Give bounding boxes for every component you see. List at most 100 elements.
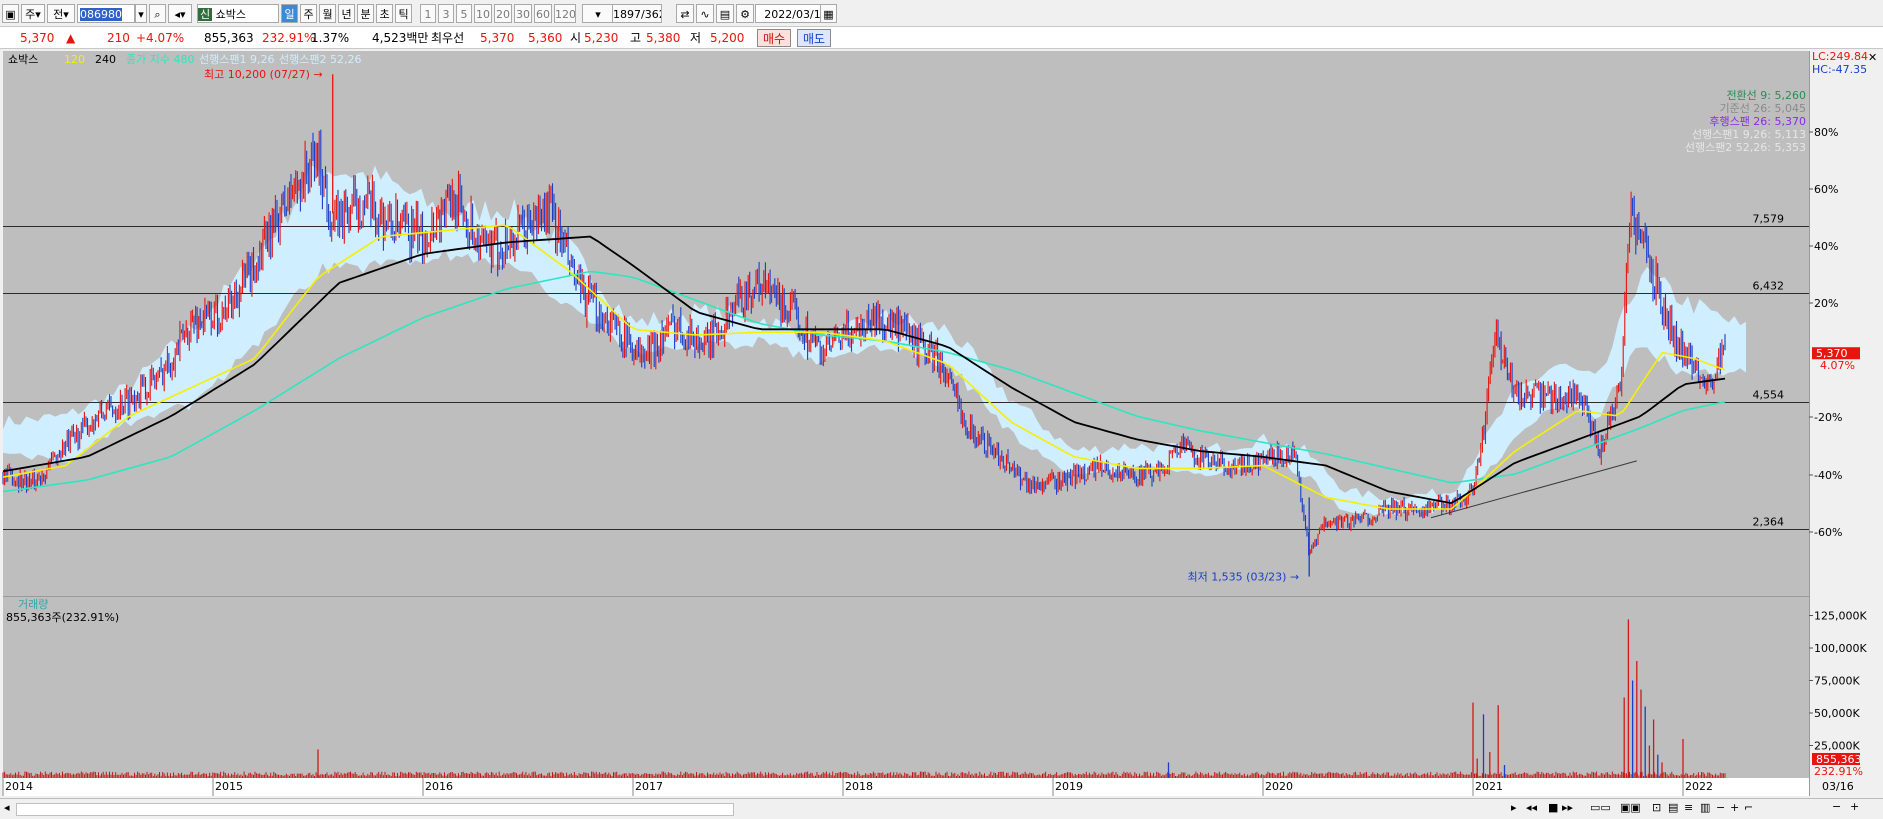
sell-button[interactable]: 매도	[797, 29, 831, 47]
interval-button-1[interactable]: 3	[438, 4, 454, 23]
legend-item-4: 선행스팬2 52,26	[279, 53, 361, 66]
open-label: 시	[570, 31, 582, 45]
market-label: 주	[25, 8, 36, 21]
price-change: 210	[107, 31, 130, 45]
interval-button-2[interactable]: 5	[456, 4, 472, 23]
menu-icon[interactable]: ≡	[1684, 801, 1693, 814]
save-icon[interactable]: ▤	[716, 4, 734, 23]
nav-prev-icon[interactable]: ▸	[1511, 801, 1517, 814]
interval-dropdown[interactable]: ▾	[582, 4, 614, 23]
tab-all[interactable]: 전▾	[47, 4, 75, 23]
interval-button-4[interactable]: 20	[494, 4, 512, 23]
interval-button-3[interactable]: 10	[474, 4, 492, 23]
tab-all-label: 전	[53, 8, 64, 21]
legend-item-2: 종가 지수 480	[126, 53, 194, 66]
code-dropdown-icon[interactable]: ▾	[135, 4, 147, 23]
max-label: 최고 10,200 (07/27) →	[204, 68, 323, 81]
close-icon[interactable]: ✕	[1868, 51, 1877, 64]
min-label: 최저 1,535 (03/23) →	[1187, 571, 1299, 584]
vol-tick-label-4: 25,000K	[1814, 740, 1860, 753]
pct-tick-label-7: -60%	[1814, 526, 1842, 539]
grid-icon[interactable]: ▤	[1668, 801, 1678, 814]
interval-button-0[interactable]: 1	[420, 4, 436, 23]
period-button-5[interactable]: 초	[376, 4, 393, 23]
trade-amount: 4,523백만	[372, 31, 429, 45]
vol-tick-label-2: 75,000K	[1814, 675, 1860, 688]
low-price: 5,200	[710, 31, 745, 45]
x-label-3: 2017	[635, 780, 663, 793]
minus-icon[interactable]: −	[1716, 801, 1725, 814]
hc-label: HC:-47.35	[1812, 63, 1867, 76]
pct-tag: 4.07%	[1820, 359, 1855, 372]
ask-price: 5,370	[480, 31, 515, 45]
line-icon[interactable]: ∿	[696, 4, 714, 23]
gear-icon[interactable]: ⚙	[736, 4, 754, 23]
high-price: 5,380	[646, 31, 681, 45]
search-icon[interactable]: ⌕	[149, 4, 166, 23]
buy-button[interactable]: 매수	[757, 29, 791, 47]
new-listing-badge: 신	[198, 8, 213, 21]
price-chart[interactable]: 7,579 6,432 4,554 2,364 최고 10,200 (07/27) →…	[0, 49, 1883, 798]
zoom-in-icon[interactable]: +	[1850, 800, 1859, 813]
volume-ratio: 232.91%	[262, 31, 316, 45]
period-button-4[interactable]: 분	[357, 4, 374, 23]
plus-icon[interactable]: +	[1730, 801, 1739, 814]
period-button-2[interactable]: 월	[319, 4, 336, 23]
scroll-left-icon[interactable]: ◂	[4, 801, 10, 814]
vol-tag-pct: 232.91%	[1814, 765, 1863, 778]
pct-tick-label-5: -20%	[1814, 411, 1842, 424]
low-label: 저	[690, 31, 702, 45]
stock-name-field[interactable]: 신 쇼박스	[197, 4, 279, 23]
stock-code-value: 086980	[80, 8, 122, 21]
volume-pane	[3, 597, 1809, 778]
scroll-bar[interactable]: ◂ ▸ ◂◂ ■ ▸▸ ▭▭ ▣▣ ⊡ ▤ ≡ ▥ − + ⌐ − +	[0, 798, 1883, 819]
high-label: 고	[630, 31, 642, 45]
hline-label-1: 6,432	[1753, 280, 1785, 293]
legend-item-0: 120	[64, 53, 85, 66]
chart-type-icon[interactable]: ▥	[1700, 801, 1710, 814]
chart-menu-icon[interactable]: ▣	[2, 4, 19, 23]
pct-tick-label-3: 20%	[1814, 297, 1838, 310]
quote-bar: 5,370 ▲ 210 +4.07% 855,363 232.91% 1.37%…	[0, 27, 1883, 49]
x-label-1: 2015	[215, 780, 243, 793]
chart-title: 쇼박스	[8, 53, 38, 66]
layout-icon[interactable]: ▭▭	[1590, 801, 1611, 814]
forward-icon[interactable]: ▸▸	[1562, 801, 1573, 814]
date-value: 2022/03/16	[764, 8, 828, 21]
calendar-icon[interactable]: ▦	[820, 4, 837, 23]
period-button-6[interactable]: 틱	[395, 4, 412, 23]
pct-tick-label-1: 60%	[1814, 183, 1838, 196]
interval-button-7[interactable]: 120	[554, 4, 576, 23]
speaker-icon[interactable]: ◂▾	[168, 4, 192, 23]
hline-label-2: 4,554	[1753, 389, 1785, 402]
rewind-icon[interactable]: ◂◂	[1526, 801, 1537, 814]
current-price: 5,370	[20, 31, 55, 45]
stop-icon[interactable]: ■	[1548, 801, 1558, 814]
volume-title: 거래량	[18, 598, 48, 611]
compare-icon[interactable]: ⇄	[676, 4, 694, 23]
zoom-icon[interactable]: ⊡	[1652, 801, 1661, 814]
best-quote-label: 최우선	[431, 31, 465, 45]
vol-tick-label-0: 125,000K	[1814, 610, 1867, 623]
hline-label-3: 2,364	[1753, 516, 1785, 529]
ichimoku-item-2: 후행스팬 26: 5,370	[1709, 115, 1806, 128]
lc-label: LC:249.84	[1812, 50, 1868, 63]
interval-button-6[interactable]: 60	[534, 4, 552, 23]
scroll-thumb[interactable]	[16, 803, 734, 816]
period-button-1[interactable]: 주	[300, 4, 317, 23]
minimize-icon[interactable]: ⌐	[1744, 801, 1753, 814]
x-label-0: 2014	[5, 780, 33, 793]
x-label-6: 2020	[1265, 780, 1293, 793]
zoom-out-icon[interactable]: −	[1832, 800, 1841, 813]
pct-tick-label-2: 40%	[1814, 240, 1838, 253]
market-select[interactable]: 주▾	[21, 4, 45, 23]
ichimoku-item-4: 선행스팬2 52,26: 5,353	[1685, 141, 1806, 154]
open-price: 5,230	[584, 31, 619, 45]
x-label-8: 2022	[1685, 780, 1713, 793]
copy-icon[interactable]: ▣▣	[1620, 801, 1641, 814]
period-button-0[interactable]: 일	[281, 4, 298, 23]
period-button-3[interactable]: 년	[338, 4, 355, 23]
stock-code-input[interactable]: 086980	[77, 4, 135, 23]
ichimoku-item-3: 선행스팬1 9,26: 5,113	[1692, 128, 1806, 141]
interval-button-5[interactable]: 30	[514, 4, 532, 23]
